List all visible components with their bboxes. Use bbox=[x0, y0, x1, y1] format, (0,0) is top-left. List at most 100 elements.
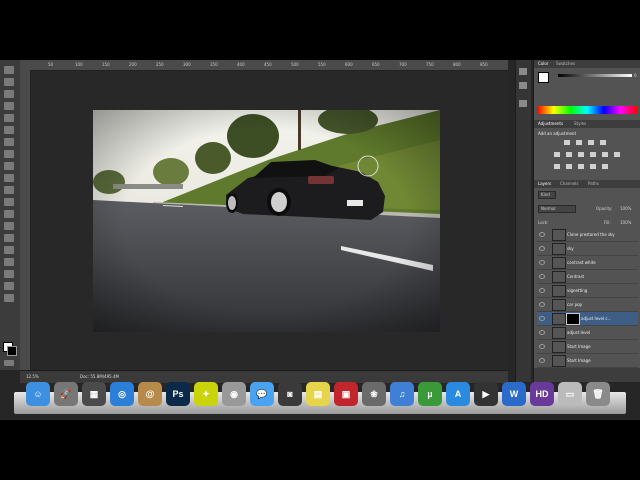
layer-row[interactable]: vignetting bbox=[537, 284, 638, 298]
color-slider[interactable] bbox=[558, 74, 632, 77]
invert-icon[interactable] bbox=[554, 164, 560, 169]
quick-select-tool-icon[interactable] bbox=[4, 102, 14, 110]
layer-name[interactable]: Contrast bbox=[567, 274, 584, 279]
hue-saturation-icon[interactable] bbox=[566, 152, 572, 157]
move-tool-icon[interactable] bbox=[4, 66, 14, 74]
properties-panel-icon[interactable] bbox=[519, 82, 527, 89]
type-tool-icon[interactable] bbox=[4, 246, 14, 254]
brush-tool-icon[interactable] bbox=[4, 150, 14, 158]
blend-mode-select[interactable]: Normal bbox=[538, 205, 576, 213]
levels-icon[interactable] bbox=[576, 140, 582, 145]
layer-name[interactable]: car pop bbox=[567, 302, 582, 307]
opacity-field[interactable]: 100% bbox=[620, 206, 631, 211]
layer-name[interactable]: vignetting bbox=[567, 288, 587, 293]
visibility-eye-icon[interactable] bbox=[539, 316, 545, 321]
growl-icon[interactable]: ✦ bbox=[194, 382, 218, 406]
gradient-tool-icon[interactable] bbox=[4, 198, 14, 206]
contacts-icon[interactable]: @ bbox=[138, 382, 162, 406]
tab-adjustments[interactable]: Adjustments bbox=[538, 121, 563, 126]
finder-icon[interactable]: ☺ bbox=[26, 382, 50, 406]
layer-row[interactable]: adjust level c... bbox=[537, 312, 638, 326]
tab-styles[interactable]: Styles bbox=[574, 121, 586, 126]
dodge-tool-icon[interactable] bbox=[4, 222, 14, 230]
layer-name[interactable]: Start Image bbox=[567, 344, 591, 349]
fill-field[interactable]: 100% bbox=[620, 220, 631, 225]
preview-icon[interactable]: ▭ bbox=[558, 382, 582, 406]
layer-name[interactable]: sky bbox=[567, 246, 574, 251]
color-slider-value[interactable]: 0 bbox=[634, 73, 637, 78]
vibrance-icon[interactable] bbox=[554, 152, 560, 157]
layer-row[interactable]: Start Image bbox=[537, 340, 638, 354]
history-brush-tool-icon[interactable] bbox=[4, 174, 14, 182]
visibility-eye-icon[interactable] bbox=[539, 344, 545, 349]
selective-color-icon[interactable] bbox=[602, 164, 608, 169]
curves-icon[interactable] bbox=[588, 140, 594, 145]
word-icon[interactable]: W bbox=[502, 382, 526, 406]
photo-filter-icon[interactable] bbox=[602, 152, 608, 157]
visibility-eye-icon[interactable] bbox=[539, 358, 545, 363]
visibility-eye-icon[interactable] bbox=[539, 232, 545, 237]
clone-stamp-tool-icon[interactable] bbox=[4, 162, 14, 170]
tab-channels[interactable]: Channels bbox=[560, 181, 579, 186]
media-app-icon[interactable]: HD bbox=[530, 382, 554, 406]
messages-icon[interactable]: 💬 bbox=[250, 382, 274, 406]
disk-utility-icon[interactable]: ◉ bbox=[222, 382, 246, 406]
layer-name[interactable]: contrast white bbox=[567, 260, 596, 265]
visibility-eye-icon[interactable] bbox=[539, 260, 545, 265]
iphoto-icon[interactable]: ❀ bbox=[362, 382, 386, 406]
eyedropper-tool-icon[interactable] bbox=[4, 126, 14, 134]
layer-row[interactable]: car pop bbox=[537, 298, 638, 312]
layer-row[interactable]: contrast white bbox=[537, 256, 638, 270]
layer-row[interactable]: Clone prestored the sky bbox=[537, 228, 638, 242]
gradient-map-icon[interactable] bbox=[590, 164, 596, 169]
layer-filter-select[interactable]: Kind bbox=[538, 191, 556, 199]
layer-row[interactable]: Start Image bbox=[537, 354, 638, 368]
crop-tool-icon[interactable] bbox=[4, 114, 14, 122]
color-spectrum-ramp[interactable] bbox=[537, 106, 637, 114]
stickies-icon[interactable]: ▤ bbox=[306, 382, 330, 406]
layer-row[interactable]: adjust level bbox=[537, 326, 638, 340]
tab-paths[interactable]: Paths bbox=[588, 181, 599, 186]
blur-tool-icon[interactable] bbox=[4, 210, 14, 218]
lasso-tool-icon[interactable] bbox=[4, 90, 14, 98]
facetime-icon[interactable]: ◙ bbox=[278, 382, 302, 406]
visibility-eye-icon[interactable] bbox=[539, 246, 545, 251]
color-balance-icon[interactable] bbox=[578, 152, 584, 157]
posterize-icon[interactable] bbox=[566, 164, 572, 169]
launchpad-icon[interactable]: 🚀 bbox=[54, 382, 78, 406]
screen-mode-icon[interactable] bbox=[4, 360, 14, 366]
shape-tool-icon[interactable] bbox=[4, 270, 14, 278]
itunes-icon[interactable]: ♫ bbox=[390, 382, 414, 406]
layer-mask-thumbnail[interactable] bbox=[566, 313, 580, 325]
layer-row[interactable]: Contrast bbox=[537, 270, 638, 284]
hand-tool-icon[interactable] bbox=[4, 282, 14, 290]
zoom-level[interactable]: 12.5% bbox=[26, 374, 39, 379]
document-size[interactable]: Doc: 55.8M/495.4M bbox=[80, 374, 119, 379]
black-white-icon[interactable] bbox=[590, 152, 596, 157]
exposure-icon[interactable] bbox=[600, 140, 606, 145]
layer-row[interactable]: sky bbox=[537, 242, 638, 256]
threshold-icon[interactable] bbox=[578, 164, 584, 169]
layer-name[interactable]: adjust level bbox=[567, 330, 590, 335]
layer-name[interactable]: Start Image bbox=[567, 358, 591, 363]
layer-name[interactable]: Clone prestored the sky bbox=[567, 232, 615, 237]
utorrent-icon[interactable]: µ bbox=[418, 382, 442, 406]
document-image[interactable] bbox=[93, 110, 440, 332]
trash-icon[interactable]: 🗑 bbox=[586, 382, 610, 406]
photoshop-icon[interactable]: Ps bbox=[166, 382, 190, 406]
healing-brush-tool-icon[interactable] bbox=[4, 138, 14, 146]
visibility-eye-icon[interactable] bbox=[539, 302, 545, 307]
channel-mixer-icon[interactable] bbox=[614, 152, 620, 157]
brightness-contrast-icon[interactable] bbox=[564, 140, 570, 145]
paragraph-panel-icon[interactable] bbox=[519, 100, 527, 107]
final-cut-icon[interactable]: ▶ bbox=[474, 382, 498, 406]
eraser-tool-icon[interactable] bbox=[4, 186, 14, 194]
tab-layers[interactable]: Layers bbox=[538, 181, 551, 186]
visibility-eye-icon[interactable] bbox=[539, 288, 545, 293]
zoom-tool-icon[interactable] bbox=[4, 294, 14, 302]
visibility-eye-icon[interactable] bbox=[539, 330, 545, 335]
photo-booth-icon[interactable]: ▣ bbox=[334, 382, 358, 406]
history-panel-icon[interactable] bbox=[519, 68, 527, 75]
marquee-tool-icon[interactable] bbox=[4, 78, 14, 86]
path-select-tool-icon[interactable] bbox=[4, 258, 14, 266]
